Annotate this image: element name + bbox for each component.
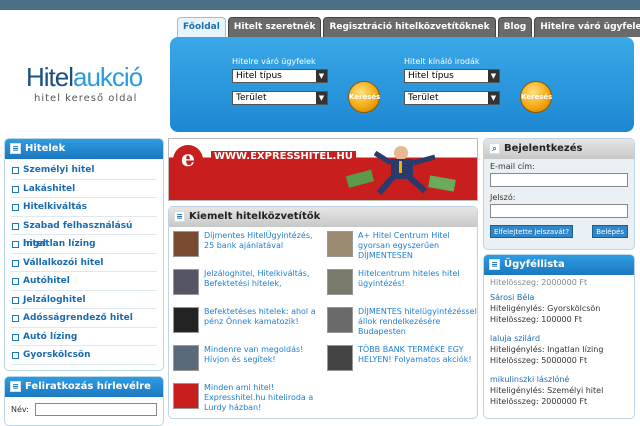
- loan-item-autohitel[interactable]: Autóhitel: [11, 272, 157, 291]
- featured-item[interactable]: Minden ami hitel! Expresshitel.hu hiteli…: [173, 383, 323, 419]
- loan-item-szemelyi[interactable]: Személyi hitel: [11, 161, 157, 180]
- broker-thumbnail[interactable]: [327, 307, 353, 333]
- featured-item[interactable]: Díjmentes HitelÜgyintézés, 25 bank ajánl…: [173, 231, 323, 267]
- login-box: ⌕ Bejelentkezés E-mail cím: Jelszó: Elfel…: [483, 138, 635, 250]
- document-icon: ≡: [10, 381, 21, 392]
- loan-item-vallalkozoi[interactable]: Vállalkozói hitel: [11, 254, 157, 272]
- chevron-down-icon: ▼: [316, 92, 327, 104]
- newsletter-name-input[interactable]: [34, 403, 157, 416]
- tab-hitelt-szeretnek[interactable]: Hitelt szeretnék: [227, 17, 322, 37]
- broker-thumbnail[interactable]: [173, 307, 199, 333]
- banner-text: WWW.EXPRESSHITEL.HU: [211, 151, 356, 162]
- newsletter-title: Feliratkozás hírlevélre: [25, 381, 151, 392]
- chevron-down-icon: ▼: [316, 70, 327, 82]
- expresshitel-banner[interactable]: e WWW.EXPRESSHITEL.HU: [168, 138, 478, 201]
- featured-brokers-box: ≡ Kiemelt hitelközvetítők Díjmentes Hitel…: [168, 206, 478, 419]
- list-item: Hitelösszeg: 2000000 Ft: [490, 278, 588, 287]
- office-search-button[interactable]: Keresés: [520, 81, 552, 113]
- loans-list: Személyi hitel Lakáshitel Hitelkiváltás …: [5, 159, 163, 367]
- document-icon: ≡: [174, 211, 185, 222]
- login-title: Bejelentkezés: [504, 143, 583, 154]
- client-list-box: ≡ Ügyféllista Hitelösszeg: 2000000 Ft Sár…: [483, 254, 635, 419]
- loan-item-jelzaloghitel[interactable]: Jelzáloghitel: [11, 291, 157, 309]
- document-icon: ≡: [489, 259, 500, 270]
- loan-item-adossagrendezo[interactable]: Adósságrendező hitel: [11, 309, 157, 328]
- featured-title: Kiemelt hitelközvetítők: [189, 211, 321, 222]
- featured-item[interactable]: A+ Hitel Centrum Hitel gyorsan egyszerűe…: [327, 231, 477, 267]
- logo-part1: Hitel: [26, 62, 74, 92]
- loan-item-lakashitel[interactable]: Lakáshitel: [11, 180, 157, 198]
- featured-item[interactable]: Hitelcentrum hiteles hitel ügyintézés!: [327, 269, 477, 305]
- logo-tagline: hitel kereső oldal: [34, 93, 138, 104]
- password-field[interactable]: [490, 204, 628, 218]
- client-region-select[interactable]: Terület ▼: [232, 91, 328, 105]
- tab-hitelre-varo-ugyfelek[interactable]: Hitelre váró ügyfelek: [534, 17, 640, 37]
- chevron-down-icon: ▼: [488, 92, 499, 104]
- login-button[interactable]: Belépés: [592, 225, 628, 238]
- loan-item-szabad[interactable]: Szabad felhasználású hitel: [11, 217, 157, 249]
- featured-item[interactable]: TÖBB BANK TERMÉKE EGY HELYEN! Folyamatos…: [327, 345, 477, 381]
- logo-part2: aukció: [73, 62, 143, 92]
- list-item[interactable]: Sárosi Béla Hiteligénylés: Gyorskölcsön …: [484, 290, 634, 331]
- banner-logo: e: [173, 145, 203, 175]
- loan-item-gyorskolcson[interactable]: Gyorskölcsön: [11, 346, 157, 365]
- tab-regisztracio[interactable]: Regisztráció hitelközvetítőknek: [323, 17, 496, 37]
- client-loan-type-select[interactable]: Hitel típus ▼: [232, 69, 328, 83]
- email-field[interactable]: [490, 173, 628, 187]
- featured-item[interactable]: DÍJMENTES hitelügyintézéssel állok rende…: [327, 307, 477, 343]
- site-logo[interactable]: Hitelaukció hitel kereső oldal: [26, 62, 156, 104]
- featured-item[interactable]: Befektetéses hitelek: ahol a pénz Önnek …: [173, 307, 323, 343]
- loan-item-ingatlan-lizing[interactable]: Ingatlan lízing: [11, 235, 157, 254]
- client-search-button[interactable]: Keresés: [348, 81, 380, 113]
- main-nav-tabs: Főoldal Hitelt szeretnék Regisztráció hi…: [177, 17, 640, 37]
- client-search-label: Hitelre váró ügyfelek: [232, 57, 316, 66]
- tab-fooldal[interactable]: Főoldal: [177, 17, 226, 37]
- chevron-down-icon: ▼: [488, 70, 499, 82]
- broker-thumbnail[interactable]: [173, 231, 199, 257]
- loans-box: ≡ Hitelek Személyi hitel Lakáshitel Hitel…: [4, 138, 164, 371]
- loan-item-hitelkivaltas[interactable]: Hitelkiváltás: [11, 198, 157, 217]
- top-bar: [0, 0, 640, 10]
- tab-blog[interactable]: Blog: [497, 17, 533, 37]
- businessman-money-illustration: [345, 146, 456, 195]
- loan-item-auto-lizing[interactable]: Autó lízing: [11, 328, 157, 346]
- office-search-label: Hitelt kínáló irodák: [404, 57, 480, 66]
- client-search-group: Hitelre váró ügyfelek Hitel típus ▼ Terül…: [232, 57, 352, 113]
- email-label: E-mail cím:: [490, 162, 535, 171]
- document-icon: ≡: [10, 143, 21, 154]
- broker-thumbnail[interactable]: [327, 345, 353, 371]
- broker-thumbnail[interactable]: [173, 269, 199, 295]
- password-label: Jelszó:: [490, 193, 516, 202]
- search-panel: Hitelre váró ügyfelek Hitel típus ▼ Terül…: [170, 37, 634, 132]
- broker-thumbnail[interactable]: [327, 231, 353, 257]
- forgot-password-button[interactable]: Elfelejtette jelszavát?: [490, 225, 574, 238]
- broker-thumbnail[interactable]: [173, 383, 199, 409]
- office-search-group: Hitelt kínáló irodák Hitel típus ▼ Terüle…: [404, 57, 524, 113]
- featured-item[interactable]: Jelzáloghitel, Hitelkiváltás, Befektetés…: [173, 269, 323, 305]
- featured-grid: Díjmentes HitelÜgyintézés, 25 bank ajánl…: [169, 227, 477, 423]
- broker-thumbnail[interactable]: [173, 345, 199, 371]
- broker-thumbnail[interactable]: [327, 269, 353, 295]
- loans-title: Hitelek: [25, 143, 66, 154]
- featured-item[interactable]: Mindenre van megoldás! Hívjon és segítek…: [173, 345, 323, 381]
- office-region-select[interactable]: Terület ▼: [404, 91, 500, 105]
- search-icon: ⌕: [489, 143, 500, 154]
- list-item[interactable]: mikulinszki lászlóné Hiteligénylés: Szem…: [484, 372, 634, 413]
- list-item[interactable]: laluja szilárd Hiteligénylés: Ingatlan l…: [484, 331, 634, 372]
- client-list-title: Ügyféllista: [504, 259, 565, 270]
- office-loan-type-select[interactable]: Hitel típus ▼: [404, 69, 500, 83]
- newsletter-name-label: Név:: [11, 405, 29, 414]
